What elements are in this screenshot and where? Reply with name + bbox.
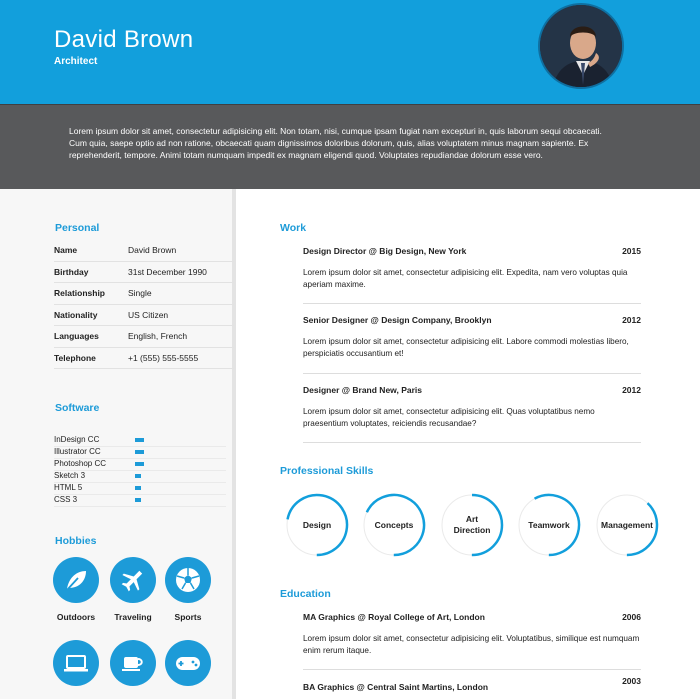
personal-key: Languages (54, 331, 99, 342)
personal-key: Telephone (54, 352, 96, 363)
personal-key: Nationality (54, 309, 98, 320)
personal-value: +1 (555) 555-5555 (128, 352, 199, 363)
hobby-label: Outdoors (56, 612, 96, 622)
work-entry: Designer @ Brand New, Paris 2012 Lorem ip… (303, 385, 641, 443)
intro-band: Lorem ipsum dolor sit amet, consectetur … (0, 104, 700, 189)
work-title-text: Senior Designer @ Design Company, Brookl… (303, 315, 492, 325)
personal-row: Name David Brown (54, 240, 234, 262)
education-entry: MA Graphics @ Royal College of Art, Lond… (303, 612, 641, 670)
software-label: CSS 3 (54, 495, 78, 504)
gamepad-icon (165, 640, 211, 686)
avatar (538, 3, 624, 89)
software-title: Software (55, 402, 100, 414)
software-level-bar (135, 462, 144, 466)
personal-key: Relationship (54, 288, 106, 299)
software-label: HTML 5 (54, 483, 83, 492)
software-row: HTML 5 (54, 483, 226, 495)
education-title: Education (280, 588, 331, 600)
personal-value: 31st December 1990 (128, 266, 207, 277)
software-label: Sketch 3 (54, 471, 86, 480)
education-entry: BA Graphics @ Central Saint Martins, Lon… (303, 676, 641, 699)
work-description: Lorem ipsum dolor sit amet, consectetur … (303, 407, 595, 428)
work-description: Lorem ipsum dolor sit amet, consectetur … (303, 337, 629, 358)
hobby-sports: Sports (158, 557, 218, 622)
hobby-traveling: Traveling (103, 557, 163, 622)
software-row: CSS 3 (54, 495, 226, 507)
education-title-text: MA Graphics @ Royal College of Art, Lond… (303, 612, 485, 622)
hobbies-title: Hobbies (55, 535, 97, 547)
skill-management: Management (595, 493, 659, 557)
work-year: 2012 (622, 315, 641, 325)
laptop-icon (53, 640, 99, 686)
skill-design: Design (285, 493, 349, 557)
software-row: Photoshop CC (54, 459, 226, 471)
software-row: Illustrator CC (54, 447, 226, 459)
software-level-bar (135, 486, 141, 490)
skill-art-direction: Art Direction (440, 493, 504, 557)
work-title: Work (280, 222, 307, 234)
person-name: David Brown (54, 26, 194, 53)
personal-row: Birthday 31st December 1990 (54, 262, 234, 283)
software-level-bar (135, 450, 144, 454)
leaf-icon (53, 557, 99, 603)
work-title-text: Designer @ Brand New, Paris (303, 385, 422, 395)
skills-title: Professional Skills (280, 465, 374, 477)
work-entry: Design Director @ Big Design, New York 20… (303, 246, 641, 304)
personal-value: English, French (128, 331, 188, 342)
software-level-bar (135, 498, 141, 502)
work-entry: Senior Designer @ Design Company, Brookl… (303, 315, 641, 374)
personal-title: Personal (55, 222, 100, 234)
work-description: Lorem ipsum dolor sit amet, consectetur … (303, 268, 628, 289)
software-label: Illustrator CC (54, 447, 101, 456)
software-level-bar (135, 438, 144, 442)
airplane-icon (110, 557, 156, 603)
work-year: 2012 (622, 385, 641, 395)
software-label: InDesign CC (54, 435, 100, 444)
education-year: 2003 (622, 676, 641, 686)
software-row: InDesign CC (54, 435, 226, 447)
hobby-gaming (158, 640, 218, 695)
personal-value: David Brown (128, 245, 177, 256)
software-label: Photoshop CC (54, 459, 107, 468)
skill-concepts: Concepts (362, 493, 426, 557)
personal-key: Birthday (54, 266, 89, 277)
personal-value: US Citizen (128, 309, 169, 320)
education-year: 2006 (622, 612, 641, 622)
hobby-label: Traveling (114, 612, 152, 622)
personal-row: Nationality US Citizen (54, 305, 234, 326)
hobby-drinks (103, 640, 163, 695)
skill-label: Concepts (374, 519, 414, 530)
person-role: Architect (54, 56, 98, 67)
personal-row: Relationship Single (54, 283, 234, 305)
skill-label: Management (601, 519, 653, 530)
coffee-cup-icon (110, 640, 156, 686)
hobby-writing (46, 640, 106, 695)
hobby-label: Sports (174, 612, 202, 622)
skill-label: Art Direction (453, 514, 491, 535)
avatar-photo (540, 5, 622, 87)
skill-teamwork: Teamwork (517, 493, 581, 557)
personal-row: Languages English, French (54, 326, 234, 348)
software-row: Sketch 3 (54, 471, 226, 483)
education-description: Lorem ipsum dolor sit amet, consectetur … (303, 634, 640, 655)
work-title-text: Design Director @ Big Design, New York (303, 246, 467, 256)
hobby-outdoors: Outdoors (46, 557, 106, 622)
soccer-ball-icon (165, 557, 211, 603)
personal-value: Single (128, 288, 152, 299)
education-title-text: BA Graphics @ Central Saint Martins, Lon… (303, 682, 489, 692)
resume-header: David Brown Architect (0, 0, 700, 104)
skill-label: Teamwork (528, 519, 570, 530)
personal-key: Name (54, 245, 78, 256)
personal-row: Telephone +1 (555) 555-5555 (54, 348, 234, 369)
work-year: 2015 (622, 246, 641, 256)
software-level-bar (135, 474, 141, 478)
intro-text: Lorem ipsum dolor sit amet, consectetur … (69, 126, 602, 160)
skill-label: Design (302, 519, 332, 530)
